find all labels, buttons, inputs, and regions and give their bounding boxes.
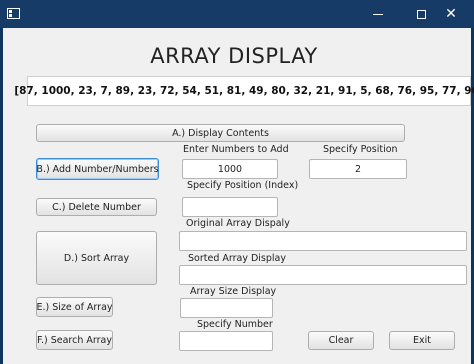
title-bar: ✕ [0,0,474,28]
array-size-label: Array Size Display [190,286,277,297]
clear-button[interactable]: Clear [308,331,374,350]
specify-number-label: Specify Number [197,319,273,330]
app-icon [7,8,20,19]
close-icon: ✕ [445,6,457,22]
display-contents-button[interactable]: A.) Display Contents [36,124,405,142]
position-index-input[interactable] [182,197,278,217]
original-array-label: Original Array Dispaly [186,218,290,229]
position-input[interactable]: 2 [309,159,407,179]
search-number-input[interactable] [179,331,273,351]
close-button[interactable]: ✕ [428,0,474,28]
minimize-icon [373,13,383,15]
add-number-button[interactable]: B.) Add Number/Numbers [36,158,159,180]
size-of-array-button[interactable]: E.) Size of Array [36,297,113,317]
sorted-array-label: Sorted Array Display [188,253,286,264]
maximize-icon [416,9,426,19]
numbers-to-add-input[interactable]: 1000 [182,159,278,179]
window-content: ARRAY DISPLAY [87, 1000, 23, 7, 89, 23, … [3,28,474,364]
enter-numbers-label: Enter Numbers to Add [183,144,289,155]
sorted-array-field [179,265,467,285]
sort-array-button[interactable]: D.) Sort Array [36,231,157,285]
delete-number-button[interactable]: C.) Delete Number [36,198,157,216]
page-title: ARRAY DISPLAY [150,44,318,68]
original-array-field [179,231,467,251]
exit-button[interactable]: Exit [389,331,455,350]
array-display: [87, 1000, 23, 7, 89, 23, 72, 54, 51, 81… [14,76,474,106]
specify-position-label: Specify Position [323,144,398,155]
minimize-button[interactable] [355,0,401,28]
search-array-button[interactable]: F.) Search Array [36,330,113,350]
specify-position-index-label: Specify Position (Index) [187,180,299,191]
array-size-field [180,298,273,318]
